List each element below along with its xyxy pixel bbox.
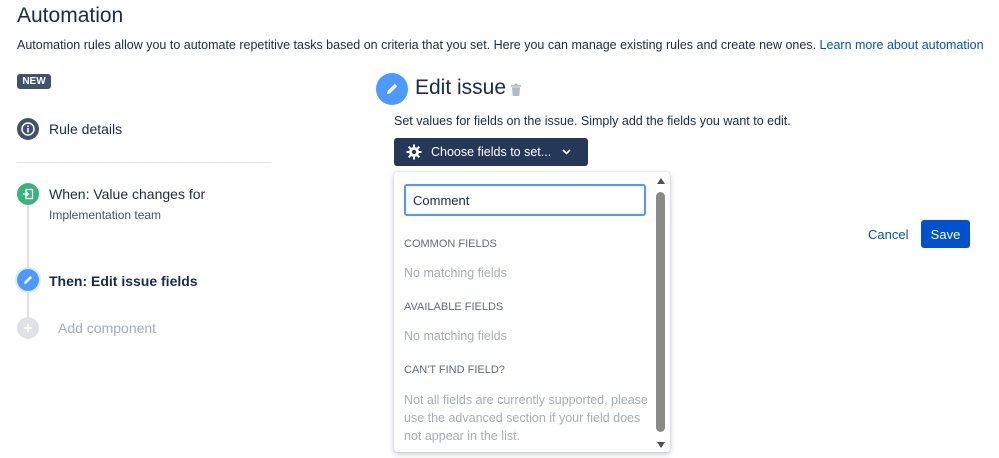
fields-dropdown: COMMON FIELDS No matching fields AVAILAB… bbox=[394, 172, 670, 452]
common-fields-header: COMMON FIELDS bbox=[404, 238, 497, 250]
step-connector bbox=[27, 205, 29, 271]
scroll-down-arrow-icon[interactable] bbox=[657, 442, 665, 448]
page-title: Automation bbox=[17, 4, 124, 27]
trigger-step-label[interactable]: When: Value changes for bbox=[49, 186, 205, 202]
choose-fields-label: Choose fields to set... bbox=[431, 145, 552, 159]
edit-pencil-icon bbox=[376, 73, 408, 105]
scroll-thumb[interactable] bbox=[656, 192, 665, 432]
dropdown-scrollbar[interactable] bbox=[656, 178, 666, 448]
trash-icon[interactable] bbox=[510, 83, 522, 102]
cant-find-header: CAN'T FIND FIELD? bbox=[404, 364, 505, 376]
divider bbox=[17, 162, 271, 163]
gear-icon bbox=[406, 144, 422, 160]
step-connector bbox=[27, 291, 29, 317]
pencil-icon[interactable] bbox=[17, 269, 39, 291]
save-button[interactable]: Save bbox=[921, 220, 970, 248]
description-text: Automation rules allow you to automate r… bbox=[17, 38, 817, 52]
editor-title: Edit issue bbox=[415, 76, 507, 99]
action-step-label[interactable]: Then: Edit issue fields bbox=[49, 273, 198, 289]
plus-icon[interactable] bbox=[17, 317, 39, 339]
add-component-button[interactable]: Add component bbox=[58, 320, 156, 336]
chevron-down-icon bbox=[562, 149, 571, 155]
learn-more-link[interactable]: Learn more about automation bbox=[820, 38, 984, 52]
scroll-up-arrow-icon[interactable] bbox=[657, 178, 665, 184]
choose-fields-button[interactable]: Choose fields to set... bbox=[394, 138, 588, 166]
rule-details-step[interactable]: Rule details bbox=[49, 121, 122, 137]
field-search-input[interactable] bbox=[404, 184, 646, 216]
info-icon[interactable] bbox=[17, 118, 39, 140]
cant-find-text: Not all fields are currently supported, … bbox=[404, 393, 648, 443]
cancel-button[interactable]: Cancel bbox=[868, 227, 908, 242]
new-badge: NEW bbox=[17, 74, 51, 89]
common-fields-empty: No matching fields bbox=[404, 266, 507, 280]
trigger-step-detail: Implementation team bbox=[49, 208, 162, 222]
page-description: Automation rules allow you to automate r… bbox=[17, 38, 984, 52]
trigger-icon[interactable] bbox=[17, 183, 39, 205]
available-fields-empty: No matching fields bbox=[404, 329, 507, 343]
editor-description: Set values for fields on the issue. Simp… bbox=[394, 114, 791, 128]
available-fields-header: AVAILABLE FIELDS bbox=[404, 301, 504, 313]
